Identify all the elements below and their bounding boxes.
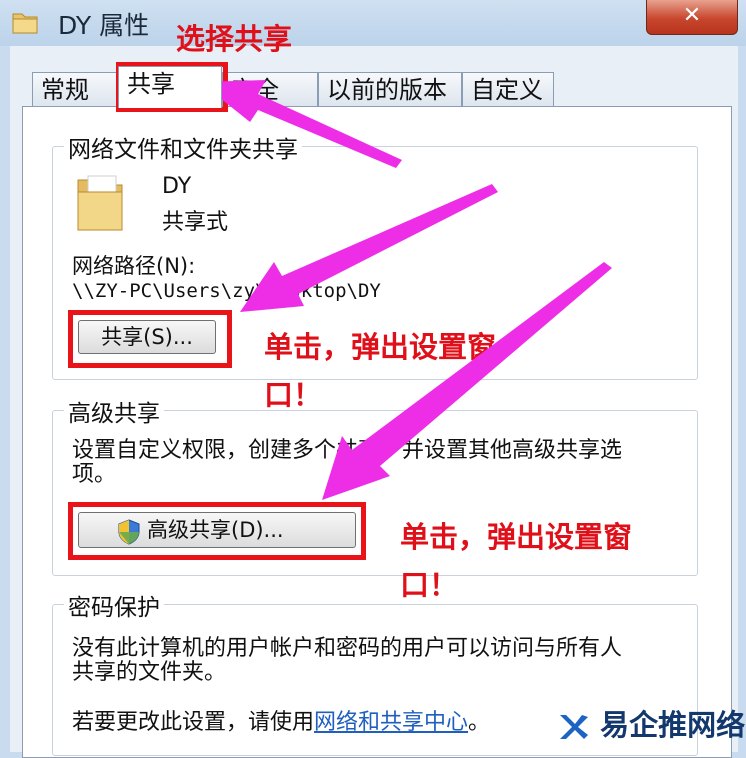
watermark-logo-icon bbox=[558, 711, 590, 743]
annotation-arrows bbox=[200, 80, 612, 500]
arrow-to-share-button bbox=[240, 184, 498, 312]
watermark-text: 易企推网络 bbox=[600, 708, 746, 742]
arrow-to-advanced-button bbox=[322, 262, 612, 500]
tab-label: 共享 bbox=[127, 70, 175, 98]
tab-sharing[interactable]: 共享 bbox=[118, 66, 222, 108]
arrow-to-tab bbox=[200, 80, 402, 168]
watermark: 易企推网络 bbox=[558, 702, 745, 744]
